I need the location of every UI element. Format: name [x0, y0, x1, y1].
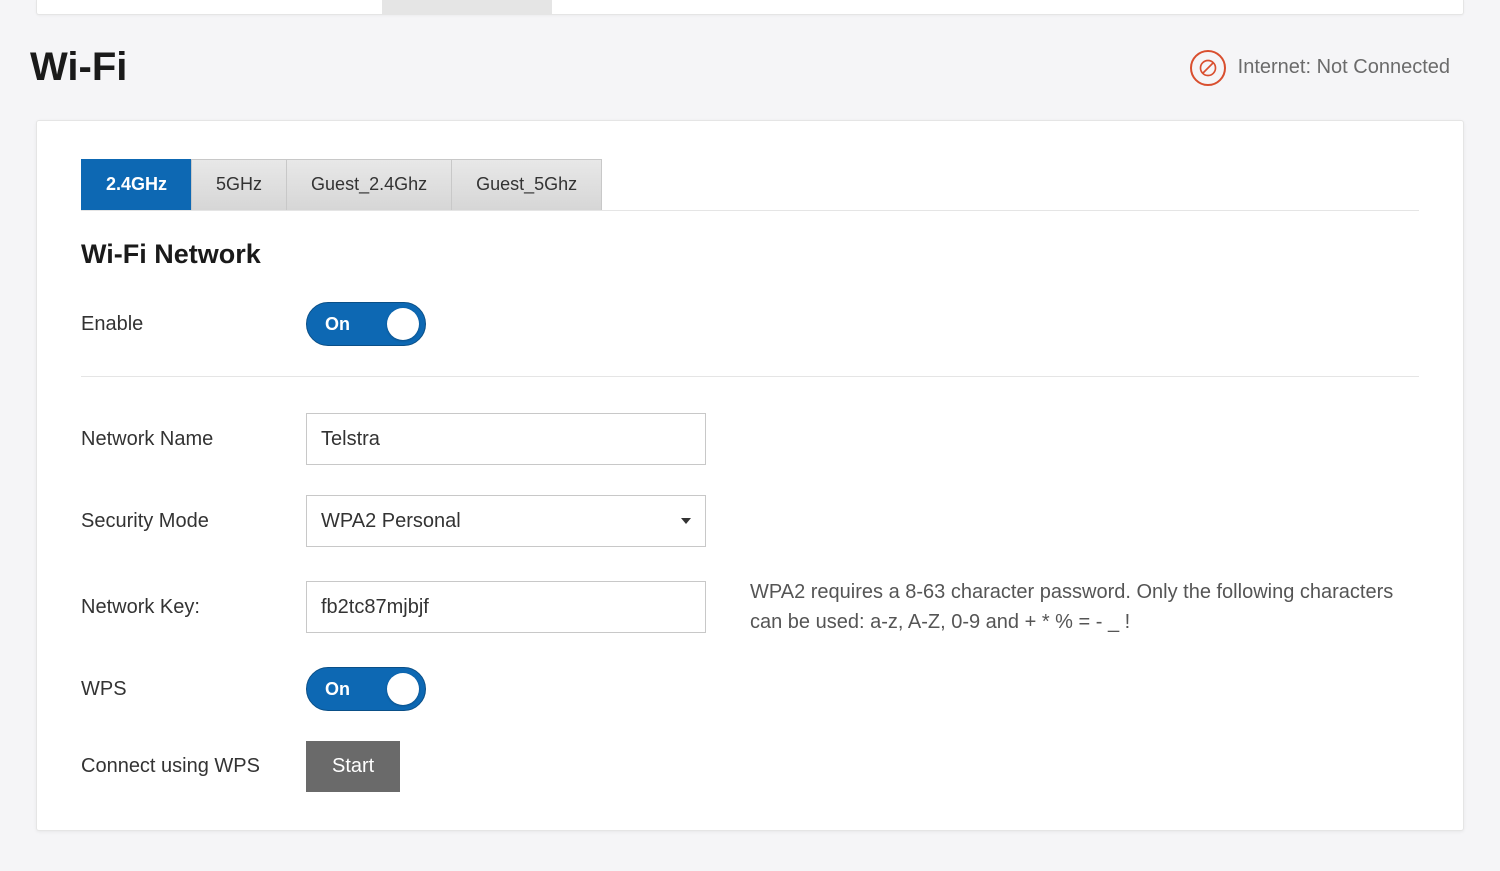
row-enable: Enable On — [81, 302, 1419, 346]
tab-guest-2-4ghz[interactable]: Guest_2.4Ghz — [286, 159, 452, 210]
wifi-settings-card: 2.4GHz 5GHz Guest_2.4Ghz Guest_5Ghz Wi-F… — [36, 120, 1464, 831]
chevron-down-icon — [681, 518, 691, 524]
network-key-label: Network Key: — [81, 596, 306, 619]
connect-wps-label: Connect using WPS — [81, 755, 306, 778]
row-network-key: Network Key: WPA2 requires a 8-63 charac… — [81, 577, 1419, 637]
tab-2-4ghz[interactable]: 2.4GHz — [81, 159, 192, 210]
top-nav-active-tab — [382, 0, 552, 14]
tab-guest-5ghz[interactable]: Guest_5Ghz — [451, 159, 602, 210]
page-title: Wi-Fi — [30, 45, 127, 90]
wps-toggle[interactable]: On — [306, 667, 426, 711]
network-name-input[interactable] — [306, 413, 706, 465]
security-mode-value: WPA2 Personal — [321, 510, 461, 533]
top-nav-remnant — [36, 0, 1464, 15]
tab-5ghz[interactable]: 5GHz — [191, 159, 287, 210]
toggle-knob — [387, 673, 419, 705]
security-mode-select[interactable]: WPA2 Personal — [306, 495, 706, 547]
security-mode-label: Security Mode — [81, 510, 306, 533]
toggle-knob — [387, 308, 419, 340]
enable-toggle-text: On — [325, 314, 350, 335]
wifi-band-tabs: 2.4GHz 5GHz Guest_2.4Ghz Guest_5Ghz — [81, 159, 1419, 211]
wps-toggle-text: On — [325, 679, 350, 700]
section-title: Wi-Fi Network — [81, 239, 1419, 270]
internet-disconnected-icon — [1190, 50, 1226, 86]
row-network-name: Network Name — [81, 413, 1419, 465]
network-key-input[interactable] — [306, 581, 706, 633]
internet-status: Internet: Not Connected — [1190, 50, 1450, 86]
enable-label: Enable — [81, 313, 306, 336]
row-wps: WPS On — [81, 667, 1419, 711]
row-connect-wps: Connect using WPS Start — [81, 741, 1419, 792]
wps-label: WPS — [81, 678, 306, 701]
wps-start-button[interactable]: Start — [306, 741, 400, 792]
page-header: Wi-Fi Internet: Not Connected — [0, 15, 1500, 120]
network-name-label: Network Name — [81, 428, 306, 451]
network-key-hint: WPA2 requires a 8-63 character password.… — [750, 577, 1419, 637]
row-security-mode: Security Mode WPA2 Personal — [81, 495, 1419, 547]
internet-status-label: Internet: Not Connected — [1238, 56, 1450, 79]
enable-toggle[interactable]: On — [306, 302, 426, 346]
divider — [81, 376, 1419, 377]
